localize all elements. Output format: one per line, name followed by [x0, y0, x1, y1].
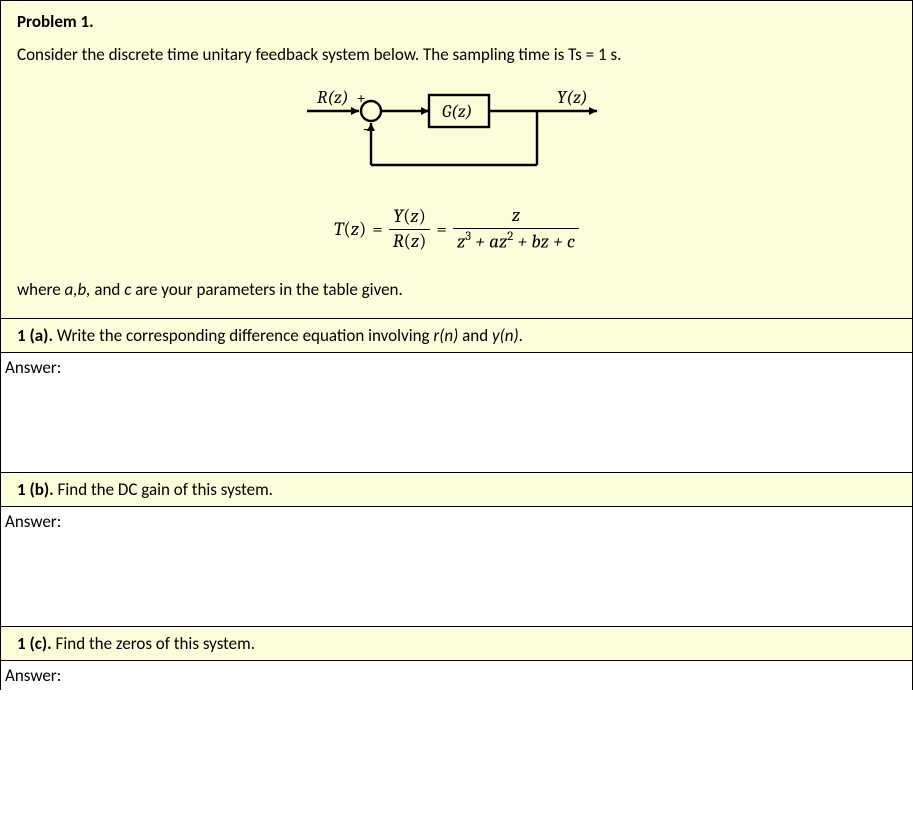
block-diagram: R(z) Y(z) + − G(z)	[17, 85, 896, 185]
part-a-label: 1 (a).	[17, 325, 53, 346]
answer-label-c: Answer:	[1, 661, 912, 690]
answer-space-b	[1, 536, 912, 626]
part-b-box: 1 (b). Find the DC gain of this system.	[1, 472, 912, 507]
r-label: R(z)	[317, 87, 349, 108]
answer-space-a	[1, 382, 912, 472]
transfer-function-equation: T(z) = Y(z) R(z) = z z3 + az2 + bz + c	[17, 205, 896, 253]
problem-intro: Consider the discrete time unitary feedb…	[17, 44, 896, 65]
part-b-label: 1 (b).	[17, 479, 54, 500]
part-a-box: 1 (a). Write the corresponding differenc…	[1, 319, 912, 353]
param-note: where a,b, and c are your parameters in …	[17, 279, 896, 300]
y-label: Y(z)	[557, 87, 588, 108]
svg-text:G(z): G(z)	[442, 101, 472, 122]
answer-label-b: Answer:	[1, 507, 912, 536]
problem-heading: Problem 1.	[17, 11, 896, 32]
part-c-box: 1 (c). Find the zeros of this system.	[1, 626, 912, 661]
problem-box: Problem 1. Consider the discrete time un…	[1, 0, 912, 319]
part-c-label: 1 (c).	[17, 633, 52, 654]
answer-label-a: Answer:	[1, 353, 912, 382]
